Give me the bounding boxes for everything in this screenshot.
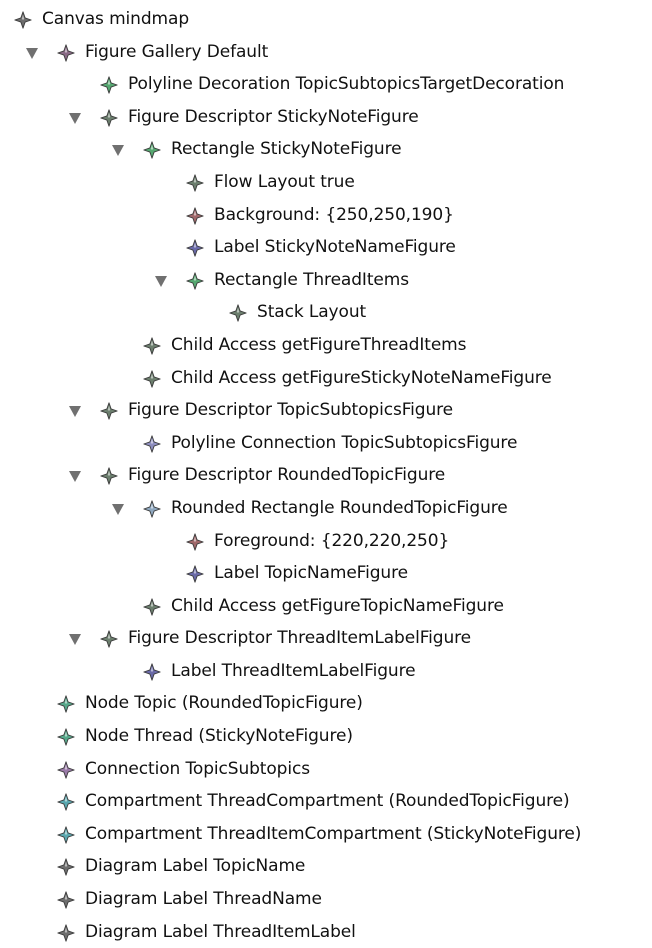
tree-row[interactable]: Flow Layout true — [0, 166, 652, 199]
tree-row[interactable]: Compartment ThreadItemCompartment (Stick… — [0, 818, 652, 851]
expand-toggle-icon[interactable] — [25, 46, 39, 60]
tree-row[interactable]: Connection TopicSubtopics — [0, 753, 652, 786]
tree-row[interactable]: Child Access getFigureThreadItems — [0, 329, 652, 362]
tree-item-label: Canvas mindmap — [42, 9, 190, 29]
diamond-icon — [143, 337, 161, 355]
tree-row[interactable]: Compartment ThreadCompartment (RoundedTo… — [0, 785, 652, 818]
diamond-icon — [186, 565, 204, 583]
tree-item-label: Foreground: {220,220,250} — [214, 530, 450, 551]
tree-row[interactable]: Node Topic (RoundedTopicFigure) — [0, 687, 652, 720]
tree-row[interactable]: Background: {250,250,190} — [0, 199, 652, 232]
diamond-icon — [57, 891, 75, 909]
tree-item-label: Compartment ThreadItemCompartment (Stick… — [85, 823, 582, 844]
diamond-icon — [100, 76, 118, 94]
expand-toggle-icon[interactable] — [68, 404, 82, 418]
expand-toggle-icon[interactable] — [68, 111, 82, 125]
tree-row[interactable]: Rectangle StickyNoteFigure — [0, 133, 652, 166]
tree-row[interactable]: Rounded Rectangle RoundedTopicFigure — [0, 492, 652, 525]
diamond-icon — [143, 435, 161, 453]
tree-item-label: Connection TopicSubtopics — [85, 758, 310, 779]
tree-row[interactable]: Figure Descriptor RoundedTopicFigure — [0, 459, 652, 492]
diamond-icon — [57, 826, 75, 844]
tree-row[interactable]: Rectangle ThreadItems — [0, 264, 652, 297]
diamond-icon — [100, 467, 118, 485]
tree-row[interactable]: Figure Descriptor StickyNoteFigure — [0, 101, 652, 134]
tree-row[interactable]: Polyline Decoration TopicSubtopicsTarget… — [0, 68, 652, 101]
tree-item-label: Figure Descriptor TopicSubtopicsFigure — [128, 400, 454, 421]
diamond-icon — [57, 43, 75, 62]
model-tree[interactable]: Canvas mindmap Figure Gallery Default Poly… — [0, 3, 652, 948]
diamond-icon — [143, 141, 161, 160]
tree-item-label: Figure Gallery Default — [85, 41, 269, 62]
tree-item-label: Stack Layout — [257, 302, 367, 323]
expand-toggle-icon[interactable] — [111, 502, 125, 516]
diamond-icon — [14, 11, 32, 29]
diamond-icon — [186, 206, 204, 225]
tree-item-label: Flow Layout true — [214, 171, 355, 192]
tree-row[interactable]: Figure Descriptor TopicSubtopicsFigure — [0, 394, 652, 427]
tree-row[interactable]: Diagram Label TopicName — [0, 850, 652, 883]
tree-item-label: Child Access getFigureThreadItems — [171, 334, 467, 355]
tree-item-label: Diagram Label TopicName — [85, 856, 306, 877]
diamond-icon — [186, 174, 204, 192]
tree-row[interactable]: Foreground: {220,220,250} — [0, 525, 652, 558]
tree-item-label: Label StickyNoteNameFigure — [214, 237, 456, 258]
tree-row[interactable]: Child Access getFigureStickyNoteNameFigu… — [0, 362, 652, 395]
tree-row[interactable]: Stack Layout — [0, 296, 652, 329]
diamond-icon — [100, 402, 118, 420]
tree-item-label: Figure Descriptor StickyNoteFigure — [128, 106, 419, 127]
diamond-icon — [57, 761, 75, 779]
tree-item-label: Figure Descriptor RoundedTopicFigure — [128, 465, 446, 486]
tree-item-label: Node Topic (RoundedTopicFigure) — [85, 693, 363, 714]
expand-toggle-icon[interactable] — [68, 632, 82, 646]
diamond-icon — [186, 239, 204, 257]
diamond-icon — [143, 369, 161, 388]
diamond-icon — [57, 695, 75, 714]
tree-item-label: Node Thread (StickyNoteFigure) — [85, 726, 353, 747]
tree-item-label: Diagram Label ThreadItemLabel — [85, 921, 356, 942]
tree-row[interactable]: Label TopicNameFigure — [0, 557, 652, 590]
tree-row[interactable]: Child Access getFigureTopicNameFigure — [0, 590, 652, 623]
tree-item-label: Child Access getFigureTopicNameFigure — [171, 595, 504, 616]
tree-row[interactable]: Polyline Connection TopicSubtopicsFigure — [0, 427, 652, 460]
diamond-icon — [143, 500, 161, 518]
diamond-icon — [100, 109, 118, 127]
diamond-icon — [57, 858, 75, 877]
tree-item-label: Rectangle ThreadItems — [214, 269, 409, 290]
tree-item-label: Child Access getFigureStickyNoteNameFigu… — [171, 367, 552, 388]
tree-item-label: Rectangle StickyNoteFigure — [171, 139, 402, 160]
tree-item-label: Compartment ThreadCompartment (RoundedTo… — [85, 791, 570, 812]
diamond-icon — [57, 728, 75, 746]
tree-item-label: Background: {250,250,190} — [214, 204, 454, 225]
tree-row[interactable]: Diagram Label ThreadName — [0, 883, 652, 916]
diamond-icon — [57, 923, 75, 942]
tree-item-label: Diagram Label ThreadName — [85, 889, 322, 910]
tree-row[interactable]: Figure Gallery Default — [0, 36, 652, 69]
tree-item-label: Rounded Rectangle RoundedTopicFigure — [171, 497, 508, 518]
diamond-icon — [100, 630, 118, 648]
diamond-icon — [143, 663, 161, 681]
tree-row[interactable]: Diagram Label ThreadItemLabel — [0, 916, 652, 948]
diamond-icon — [186, 532, 204, 551]
tree-row[interactable]: Label ThreadItemLabelFigure — [0, 655, 652, 688]
expand-toggle-icon[interactable] — [154, 274, 168, 288]
expand-toggle-icon[interactable] — [68, 469, 82, 483]
tree-row[interactable]: Figure Descriptor ThreadItemLabelFigure — [0, 622, 652, 655]
expand-toggle-icon[interactable] — [111, 143, 125, 157]
tree-row[interactable]: Label StickyNoteNameFigure — [0, 231, 652, 264]
tree-item-label: Polyline Decoration TopicSubtopicsTarget… — [128, 74, 565, 95]
diamond-icon — [229, 304, 247, 322]
tree-row[interactable]: Canvas mindmap — [0, 3, 652, 36]
tree-item-label: Label ThreadItemLabelFigure — [171, 660, 416, 681]
diamond-icon — [143, 598, 161, 616]
diamond-icon — [186, 272, 204, 290]
tree-row[interactable]: Node Thread (StickyNoteFigure) — [0, 720, 652, 753]
diamond-icon — [57, 793, 75, 811]
tree-item-label: Figure Descriptor ThreadItemLabelFigure — [128, 628, 472, 649]
tree-item-label: Label TopicNameFigure — [214, 563, 408, 584]
tree-item-label: Polyline Connection TopicSubtopicsFigure — [171, 432, 518, 453]
